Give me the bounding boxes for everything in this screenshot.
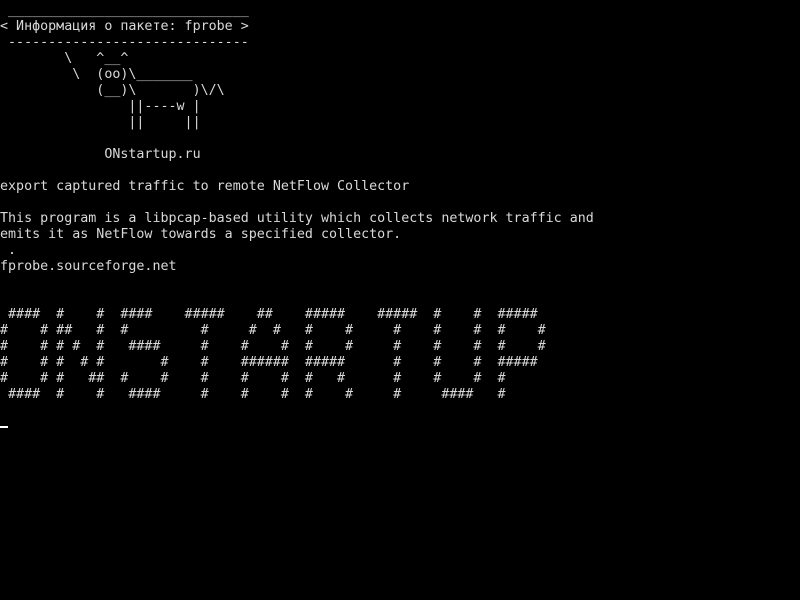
- ascii-banner-line: #### # # #### ##### ## ##### ##### # # #…: [0, 307, 538, 322]
- ascii-banner-line: # # # # # # # ###### ##### # # # #####: [0, 355, 538, 370]
- cow-art-line: || ||: [0, 115, 201, 130]
- ascii-banner-line: # # ## # # # # # # # # # # # #: [0, 323, 546, 338]
- text-cursor: [0, 426, 8, 428]
- site-name: ONstartup.ru: [0, 147, 201, 162]
- terminal-screen[interactable]: ______________________________ < Информа…: [0, 3, 800, 600]
- cowsay-title: < Информация о пакете: fprobe >: [0, 19, 249, 34]
- cow-art-line: \ ^__^: [0, 51, 129, 66]
- cowsay-top-border: ______________________________: [0, 3, 249, 18]
- cowsay-bottom-border: ------------------------------: [0, 35, 249, 50]
- package-description-line: This program is a libpcap-based utility …: [0, 211, 594, 226]
- cow-art-line: (__)\ )\/\: [0, 83, 225, 98]
- ascii-banner-line: # # # ## # # # # # # # # # # #: [0, 371, 506, 386]
- package-summary: export captured traffic to remote NetFlo…: [0, 179, 410, 194]
- package-description-line: .: [0, 243, 17, 258]
- ascii-banner-line: # # # # # #### # # # # # # # # # #: [0, 339, 546, 354]
- package-homepage: fprobe.sourceforge.net: [0, 259, 177, 274]
- cow-art-line: ||----w |: [0, 99, 201, 114]
- ascii-banner-line: #### # # #### # # # # # # #### #: [0, 387, 506, 402]
- cow-art-line: \ (oo)\_______: [0, 67, 193, 82]
- package-description-line: emits it as NetFlow towards a specified …: [0, 227, 402, 242]
